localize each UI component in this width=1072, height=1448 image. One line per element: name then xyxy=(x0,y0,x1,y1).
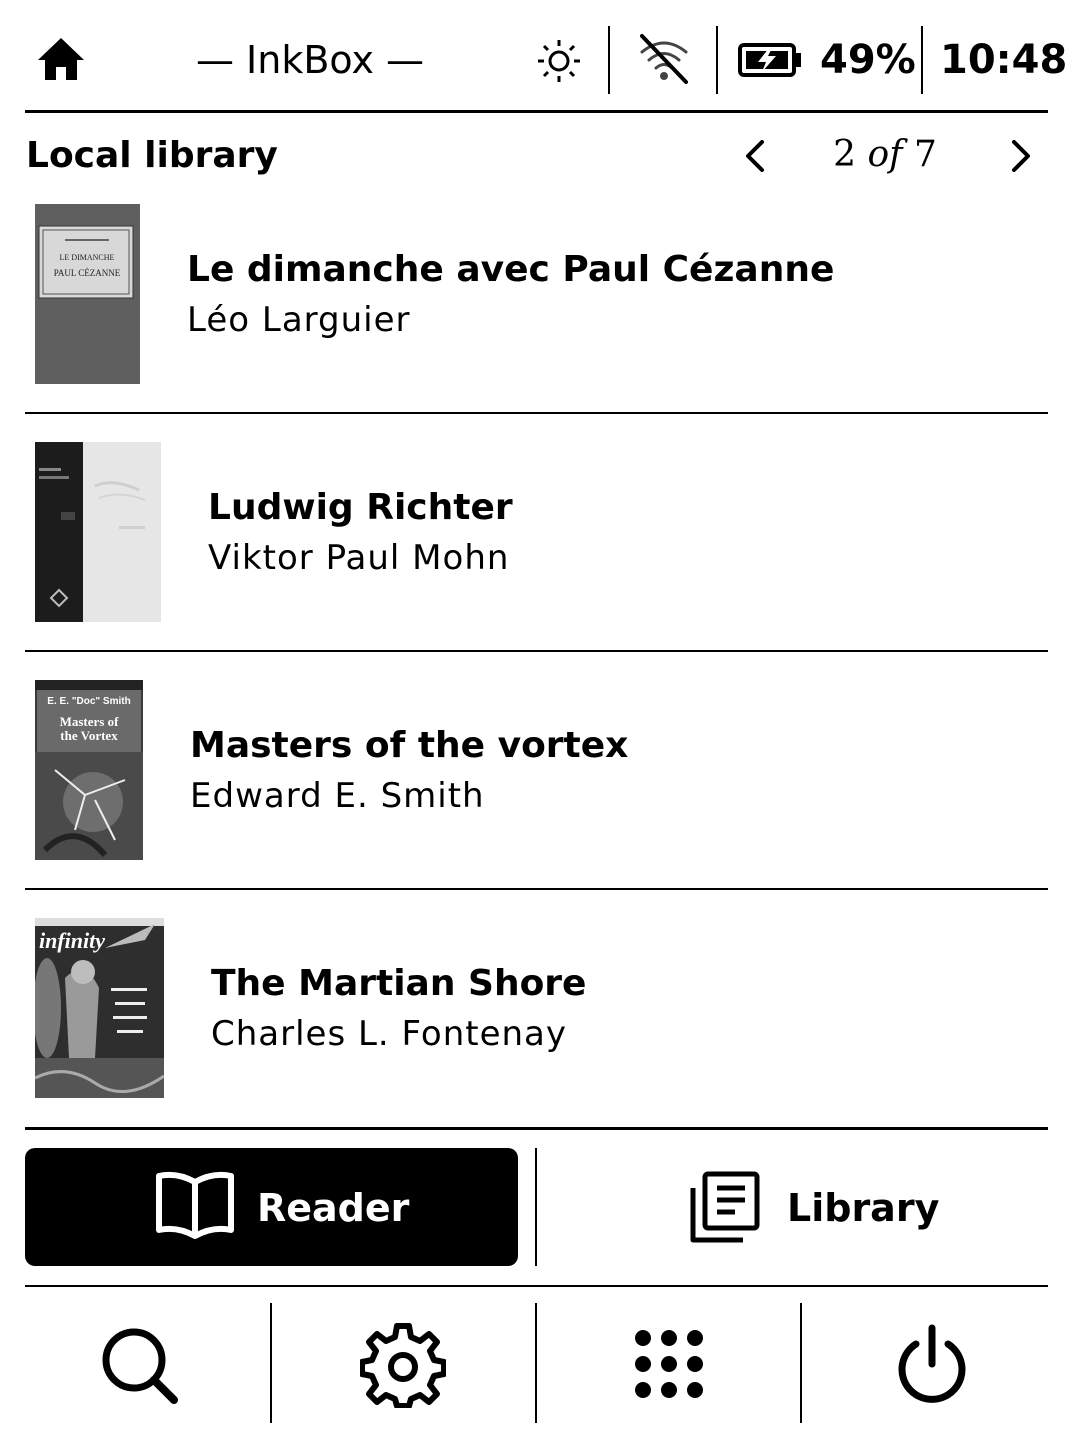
book-title: Masters of the vortex xyxy=(190,725,629,766)
brightness-icon[interactable] xyxy=(536,38,582,84)
book-title: Le dimanche avec Paul Cézanne xyxy=(187,249,835,290)
book-cover xyxy=(35,442,161,622)
page-indicator: 2 of 7 xyxy=(800,130,970,180)
tab-library-label: Library xyxy=(787,1186,940,1230)
status-separator xyxy=(716,26,718,94)
tab-library[interactable]: Library xyxy=(537,1148,1048,1266)
apps-grid-icon xyxy=(635,1330,703,1398)
book-open-icon xyxy=(155,1170,235,1244)
book-list-item[interactable]: E. E. "Doc" Smith Masters of the Vortex … xyxy=(25,652,1048,890)
book-list-item[interactable]: LE DIMANCHE PAUL CÉZANNE Le dimanche ave… xyxy=(25,176,1048,414)
power-icon xyxy=(898,1324,966,1403)
tab-reader-label: Reader xyxy=(257,1186,410,1230)
page-current: 2 xyxy=(833,134,857,175)
cover-text: the Vortex xyxy=(60,728,118,743)
previous-page-button[interactable] xyxy=(736,134,776,178)
book-cover: LE DIMANCHE PAUL CÉZANNE xyxy=(35,204,140,384)
wifi-off-icon[interactable] xyxy=(636,32,692,86)
library-icon xyxy=(687,1170,763,1246)
apps-button[interactable] xyxy=(537,1306,801,1422)
tab-reader[interactable]: Reader xyxy=(25,1148,518,1266)
book-list-item[interactable]: infinity The Martian Shore Charles L. Fo… xyxy=(25,890,1048,1128)
page-title: Local library xyxy=(26,135,278,176)
tabs-divider xyxy=(25,1285,1048,1287)
book-list-item[interactable]: Ludwig Richter Viktor Paul Mohn xyxy=(25,414,1048,652)
clock: 10:48 xyxy=(940,37,1068,83)
status-separator xyxy=(608,26,610,94)
page-of: of xyxy=(867,134,903,175)
book-author: Edward E. Smith xyxy=(190,776,485,816)
chevron-left-icon xyxy=(746,140,764,172)
cover-text: PAUL CÉZANNE xyxy=(54,268,121,278)
search-icon xyxy=(102,1328,178,1404)
status-bar: — InkBox — 49% 10:48 xyxy=(0,0,1072,112)
book-author: Léo Larguier xyxy=(187,300,411,340)
book-cover: infinity xyxy=(35,918,164,1098)
cover-text: infinity xyxy=(39,928,105,953)
book-title: The Martian Shore xyxy=(211,963,587,1004)
book-author: Viktor Paul Mohn xyxy=(208,538,510,578)
gear-icon xyxy=(360,1323,446,1408)
book-author: Charles L. Fontenay xyxy=(211,1014,567,1054)
book-title: Ludwig Richter xyxy=(208,487,513,528)
next-page-button[interactable] xyxy=(1000,134,1040,178)
status-separator xyxy=(921,26,923,94)
settings-button[interactable] xyxy=(272,1306,536,1422)
list-divider xyxy=(25,1127,1048,1130)
cover-text: LE DIMANCHE xyxy=(60,253,115,262)
battery-percent: 49% xyxy=(820,37,916,83)
power-button[interactable] xyxy=(802,1306,1066,1422)
chevron-right-icon xyxy=(1012,140,1030,172)
cover-text: E. E. "Doc" Smith xyxy=(47,696,130,707)
home-icon[interactable] xyxy=(36,36,86,82)
book-cover: E. E. "Doc" Smith Masters of the Vortex xyxy=(35,680,143,860)
battery-charging-icon xyxy=(738,42,802,78)
cover-text: Masters of xyxy=(60,714,120,729)
page-total: 7 xyxy=(913,134,937,175)
status-divider xyxy=(25,110,1048,113)
app-title: — InkBox — xyxy=(195,38,425,82)
search-button[interactable] xyxy=(6,1306,270,1422)
